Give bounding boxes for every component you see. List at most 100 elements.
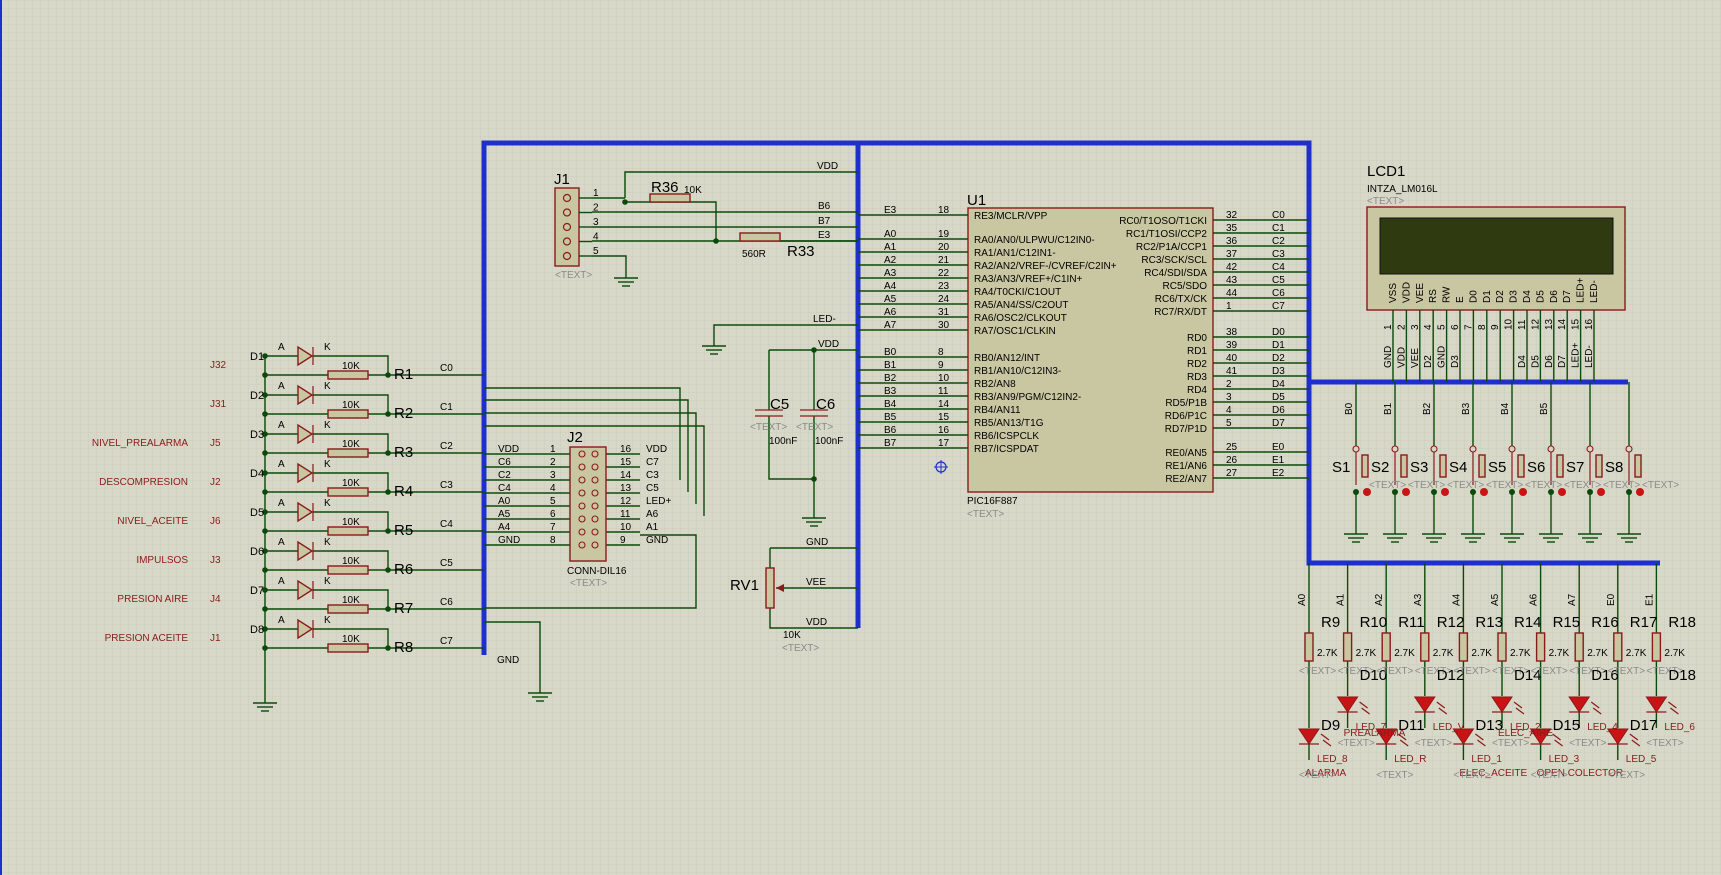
- switch-body: [1439, 454, 1447, 478]
- u1-pin-name: RC6/TX/CK: [1155, 294, 1208, 305]
- diode-cathode-label: K: [324, 537, 331, 548]
- u1-pin-net: A3: [884, 268, 897, 279]
- u1-pin-net: C6: [1272, 288, 1285, 299]
- input-signal-label: PRESION AIRE: [117, 594, 188, 605]
- switch-ref: S2: [1371, 459, 1389, 476]
- j2-left-net: C6: [498, 457, 511, 468]
- u1-pin-number: 14: [938, 399, 950, 410]
- u1-pin-name: RD0: [1187, 333, 1207, 344]
- lcd-pin-number: 9: [1490, 324, 1501, 330]
- u1-pin-name: RE3/MCLR/VPP: [974, 211, 1048, 222]
- u1-pin-name: RD2: [1187, 359, 1207, 370]
- u1-pin-net: E3: [884, 205, 897, 216]
- led-ref: D9: [1321, 717, 1340, 734]
- u1-pin-number: 31: [938, 307, 950, 318]
- diode-anode-label: A: [278, 342, 285, 353]
- c5-placeholder: <TEXT>: [750, 422, 787, 433]
- u1-pin-number: 20: [938, 242, 950, 253]
- led-label: LED_6: [1664, 722, 1695, 733]
- lcd-pin-net: VEE: [1410, 348, 1421, 368]
- schematic-canvas[interactable]: 18E3RE3/MCLR/VPP19A0RA0/AN0/ULPWU/C12IN0…: [0, 0, 1721, 875]
- u1-pin-name: RB0/AN12/INT: [974, 353, 1040, 364]
- j2-right-net: C7: [646, 457, 659, 468]
- j1-ref: J1: [554, 171, 570, 188]
- led-resistor: [1535, 632, 1546, 662]
- led-label: LED_4: [1587, 722, 1618, 733]
- input-resistor: [327, 448, 369, 458]
- u1-pin-net: E2: [1272, 468, 1285, 479]
- u1-ref: U1: [967, 192, 986, 209]
- u1-pin-net: A2: [884, 255, 897, 266]
- switch-body: [1634, 454, 1642, 478]
- rv1-body: [765, 567, 775, 609]
- input-diode-ref: D7: [250, 585, 264, 597]
- j1-body: [554, 187, 580, 267]
- lcd-placeholder: <TEXT>: [1367, 196, 1404, 207]
- input-resistor: [327, 565, 369, 575]
- input-net: C3: [440, 480, 453, 491]
- u1-pin-number: 3: [1226, 392, 1232, 403]
- u1-pin-net: C3: [1272, 249, 1285, 260]
- r36-value: 10K: [684, 185, 702, 196]
- lcd-screen: [1379, 217, 1614, 275]
- junction: [713, 238, 719, 244]
- u1-pin-net: A4: [884, 281, 897, 292]
- j1-pin-number: 3: [593, 217, 599, 228]
- u1-pin-name: RE1/AN6: [1165, 461, 1207, 472]
- led-res-ref: R13: [1475, 614, 1503, 631]
- junction: [385, 528, 391, 534]
- led-res-value: 2.7K: [1433, 648, 1454, 659]
- lcd-pin-name: D4: [1522, 290, 1533, 303]
- lcd-pin-name: VEE: [1415, 283, 1426, 303]
- u1-pin-number: 24: [938, 294, 950, 305]
- u1-pin-net: C0: [1272, 210, 1285, 221]
- r33-body: [739, 232, 781, 242]
- j2-right-net: A6: [646, 509, 659, 520]
- input-resistor: [327, 604, 369, 614]
- led-net: A3: [1413, 593, 1424, 606]
- u1-pin-number: 15: [938, 412, 950, 423]
- input-res-value: 10K: [342, 478, 360, 489]
- switch-ref: S8: [1605, 459, 1623, 476]
- lcd-pin-number: 13: [1544, 318, 1555, 330]
- led-res-value: 2.7K: [1664, 648, 1685, 659]
- led-res-value: 2.7K: [1317, 648, 1338, 659]
- input-connector-ref: J31: [210, 399, 227, 410]
- net-b7: B7: [818, 216, 831, 227]
- switch-placeholder: <TEXT>: [1642, 480, 1679, 491]
- j1-pin-number: 4: [593, 232, 599, 243]
- c6-value: 100nF: [815, 436, 843, 447]
- led-res-value: 2.7K: [1549, 648, 1570, 659]
- u1-pin-number: 36: [1226, 236, 1238, 247]
- lcd-pin-number: 8: [1477, 324, 1488, 330]
- u1-pin-number: 38: [1226, 327, 1238, 338]
- led-placeholder: <TEXT>: [1492, 738, 1529, 749]
- switch-placeholder: <TEXT>: [1486, 480, 1523, 491]
- lcd-pin-net: D6: [1544, 355, 1555, 368]
- u1-pin-net: D5: [1272, 392, 1285, 403]
- led-res-placeholder: <TEXT>: [1531, 666, 1568, 677]
- led-net: A1: [1336, 593, 1347, 606]
- diode-cathode-label: K: [324, 342, 331, 353]
- input-connector-ref: J32: [210, 360, 227, 371]
- rv1-placeholder: <TEXT>: [782, 643, 819, 654]
- lcd-pin-number: 6: [1450, 324, 1461, 330]
- j2-placeholder: <TEXT>: [570, 578, 607, 589]
- input-net: C2: [440, 441, 453, 452]
- led-resistor: [1497, 632, 1507, 662]
- led-placeholder: <TEXT>: [1453, 770, 1490, 781]
- u1-pin-number: 39: [1226, 340, 1238, 351]
- lcd-pin-net: D4: [1517, 355, 1528, 368]
- input-resistor: [327, 643, 369, 653]
- u1-pin-net: A0: [884, 229, 897, 240]
- u1-pin-number: 21: [938, 255, 950, 266]
- u1-pin-name: RE2/AN7: [1165, 474, 1207, 485]
- u1-pin-number: 9: [938, 360, 944, 371]
- u1-pin-number: 35: [1226, 223, 1238, 234]
- j2-right-pin: 14: [620, 470, 632, 481]
- u1-pin-name: RB3/AN9/PGM/C12IN2-: [974, 392, 1081, 403]
- switch-placeholder: <TEXT>: [1408, 480, 1445, 491]
- lcd-pin-name: D5: [1535, 290, 1546, 303]
- input-connector-ref: J3: [210, 555, 221, 566]
- input-diode-ref: D5: [250, 507, 264, 519]
